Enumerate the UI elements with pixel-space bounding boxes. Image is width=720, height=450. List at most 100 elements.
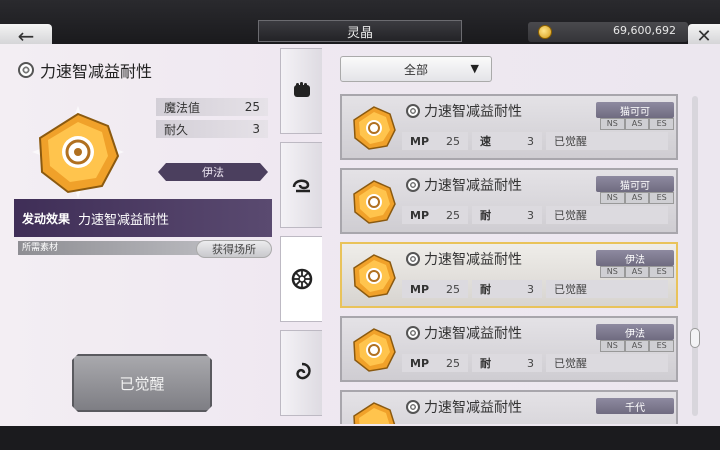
owner-badge: 猫可可 <box>596 176 674 192</box>
awakened-button[interactable]: 已觉醒 <box>72 354 212 412</box>
owner-tag: 伊法 <box>158 163 268 181</box>
tab-vortex[interactable] <box>280 330 322 416</box>
swirl-icon <box>292 179 310 193</box>
coin-counter: 69,600,692 <box>528 22 688 42</box>
stat-value: 3 <box>527 134 534 148</box>
list-item[interactable]: 力速智减益耐性 千代 <box>340 390 678 424</box>
slot-indicators: NS AS ES <box>600 118 675 130</box>
slot-ns: NS <box>600 192 625 204</box>
item-stats: MP 25 耐 3 已觉醒 <box>402 280 672 298</box>
slot-indicators: NS AS ES <box>600 340 675 352</box>
bottom-bar <box>0 426 720 450</box>
stat-durability-label: 耐久 <box>164 122 189 137</box>
status-text: 已觉醒 <box>554 283 587 296</box>
stat-mp-label: 魔法值 <box>164 100 201 115</box>
mp-label: MP <box>410 208 430 222</box>
mp-label: MP <box>410 356 430 370</box>
obtain-location-button[interactable]: 获得场所 <box>196 240 272 258</box>
mp-label: MP <box>410 282 430 296</box>
list-item[interactable]: 力速智减益耐性 伊法 NS AS ES MP 25 耐 3 已觉醒 <box>340 316 678 382</box>
list-item[interactable]: 力速智减益耐性 猫可可 NS AS ES MP 25 耐 3 已觉醒 <box>340 168 678 234</box>
stat-mp-value: 25 <box>244 100 260 114</box>
rune-icon <box>18 62 34 78</box>
rune-icon <box>406 326 420 340</box>
list-item[interactable]: 力速智减益耐性 猫可可 NS AS ES MP 25 速 3 已觉醒 <box>340 94 678 160</box>
vortex-icon <box>295 362 311 380</box>
status-text: 已觉醒 <box>554 209 587 222</box>
mp-value: 25 <box>446 282 460 296</box>
crystal-list: 力速智减益耐性 猫可可 NS AS ES MP 25 速 3 已觉醒 力速智减益耐性… <box>340 94 680 424</box>
item-name: 力速智减益耐性 <box>424 104 522 120</box>
stat-mp: 魔法值 25 <box>156 98 268 116</box>
owner-badge: 伊法 <box>596 324 674 340</box>
stat-value: 3 <box>527 356 534 370</box>
slot-ns: NS <box>600 266 625 278</box>
stat-value: 3 <box>527 208 534 222</box>
slot-as: AS <box>624 340 650 352</box>
page-title: 灵晶 <box>258 20 462 42</box>
status-text: 已觉醒 <box>554 135 587 148</box>
chevron-down-icon: ▼ <box>470 62 479 75</box>
rune-icon <box>291 268 312 290</box>
stat-value: 3 <box>527 282 534 296</box>
item-name: 力速智减益耐性 <box>424 326 522 342</box>
scrollbar-thumb[interactable] <box>690 328 700 348</box>
owner-badge: 伊法 <box>596 250 674 266</box>
slot-es: ES <box>649 340 675 352</box>
crystal-gem-icon <box>32 106 124 198</box>
item-name: 力速智减益耐性 <box>424 178 522 194</box>
list-scrollbar[interactable] <box>692 96 698 416</box>
stat-durability: 耐久 3 <box>156 120 268 138</box>
item-stats: MP 25 速 3 已觉醒 <box>402 132 672 150</box>
mp-value: 25 <box>446 208 460 222</box>
material-bar: 所需素材 <box>18 241 208 255</box>
item-stats: MP 25 耐 3 已觉醒 <box>402 206 672 224</box>
list-item-selected[interactable]: 力速智减益耐性 伊法 NS AS ES MP 25 耐 3 已觉醒 <box>340 242 678 308</box>
effect-bar: 发动效果 力速智减益耐性 <box>14 199 272 237</box>
effect-value: 力速智减益耐性 <box>78 212 170 228</box>
slot-as: AS <box>624 118 650 130</box>
crystal-gem-icon <box>353 180 396 224</box>
mp-value: 25 <box>446 134 460 148</box>
coin-icon <box>538 25 552 39</box>
stat-durability-value: 3 <box>252 122 260 136</box>
slot-as: AS <box>624 192 650 204</box>
main-panel: 力速智减益耐性 魔法值 25 耐久 3 伊法 发动效果 力速智减益耐性 所需素材… <box>0 44 720 426</box>
stat-label: 耐 <box>480 283 491 296</box>
effect-label: 发动效果 <box>22 211 71 226</box>
stat-label: 耐 <box>480 357 491 370</box>
rune-icon <box>406 104 420 118</box>
slot-es: ES <box>649 118 675 130</box>
slot-es: ES <box>649 266 675 278</box>
tab-fist[interactable] <box>280 48 322 134</box>
slot-ns: NS <box>600 118 625 130</box>
slot-ns: NS <box>600 340 625 352</box>
tab-swirl[interactable] <box>280 142 322 228</box>
item-name: 力速智减益耐性 <box>424 252 522 268</box>
rune-icon <box>406 178 420 192</box>
stat-label: 耐 <box>480 209 491 222</box>
slot-indicators: NS AS ES <box>600 266 675 278</box>
filter-dropdown[interactable]: 全部 ▼ <box>340 56 492 82</box>
top-bar: ← 灵晶 69,600,692 ✕ <box>0 0 720 48</box>
rune-icon <box>406 400 420 414</box>
mp-label: MP <box>410 134 430 148</box>
item-stats: MP 25 耐 3 已觉醒 <box>402 354 672 372</box>
crystal-gem-icon <box>353 328 396 372</box>
owner-badge: 猫可可 <box>596 102 674 118</box>
detail-header: 力速智减益耐性 <box>18 58 152 82</box>
stat-label: 速 <box>480 135 491 148</box>
slot-es: ES <box>649 192 675 204</box>
filter-selected: 全部 <box>403 62 428 77</box>
status-text: 已觉醒 <box>554 357 587 370</box>
crystal-gem-icon <box>353 106 396 150</box>
slot-as: AS <box>624 266 650 278</box>
coin-value: 69,600,692 <box>613 24 676 37</box>
tab-rune[interactable] <box>280 236 322 322</box>
slot-indicators: NS AS ES <box>600 192 675 204</box>
detail-title: 力速智减益耐性 <box>40 62 153 81</box>
crystal-gem-icon <box>353 254 396 298</box>
fist-icon <box>293 82 310 97</box>
crystal-gem-icon <box>353 402 396 424</box>
item-name: 力速智减益耐性 <box>424 400 522 416</box>
